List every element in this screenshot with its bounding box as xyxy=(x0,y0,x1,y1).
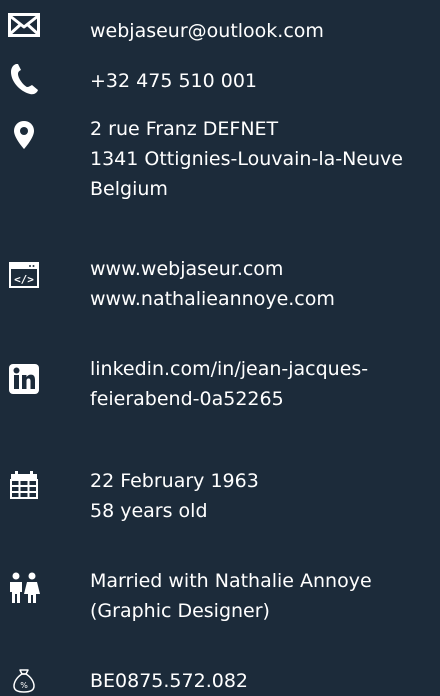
vat-number: BE0875.572.082 xyxy=(90,670,249,692)
map-pin-icon xyxy=(0,120,48,150)
envelope-icon xyxy=(0,13,48,37)
svg-text:%: % xyxy=(20,681,28,690)
website-link-1[interactable]: www.webjaseur.com xyxy=(90,254,335,284)
address-line-1: 2 rue Franz DEFNET xyxy=(90,118,279,140)
linkedin-line-2[interactable]: feierabend-0a52265 xyxy=(90,384,368,414)
birth-date: 22 February 1963 xyxy=(90,470,259,492)
phone-icon xyxy=(0,62,48,96)
phone-link[interactable]: +32 475 510 001 xyxy=(90,66,257,96)
linkedin-line-1[interactable]: linkedin.com/in/jean-jacques- xyxy=(90,354,368,384)
email-link[interactable]: webjaseur@outlook.com xyxy=(90,16,324,46)
address-line-3: Belgium xyxy=(90,178,168,200)
svg-text:</>: </> xyxy=(14,273,34,286)
linkedin-icon xyxy=(0,364,48,394)
couple-icon xyxy=(0,572,48,604)
address-line-2: 1341 Ottignies-Louvain-la-Neuve xyxy=(90,148,403,170)
calendar-icon xyxy=(0,471,48,499)
website-link-2[interactable]: www.nathalieannoye.com xyxy=(90,284,335,314)
family-line-2: (Graphic Designer) xyxy=(90,600,270,622)
family-line-1: Married with Nathalie Annoye xyxy=(90,570,372,592)
money-bag-icon: % xyxy=(0,669,48,693)
age-text: 58 years old xyxy=(90,500,208,522)
code-window-icon: </> xyxy=(0,262,48,288)
